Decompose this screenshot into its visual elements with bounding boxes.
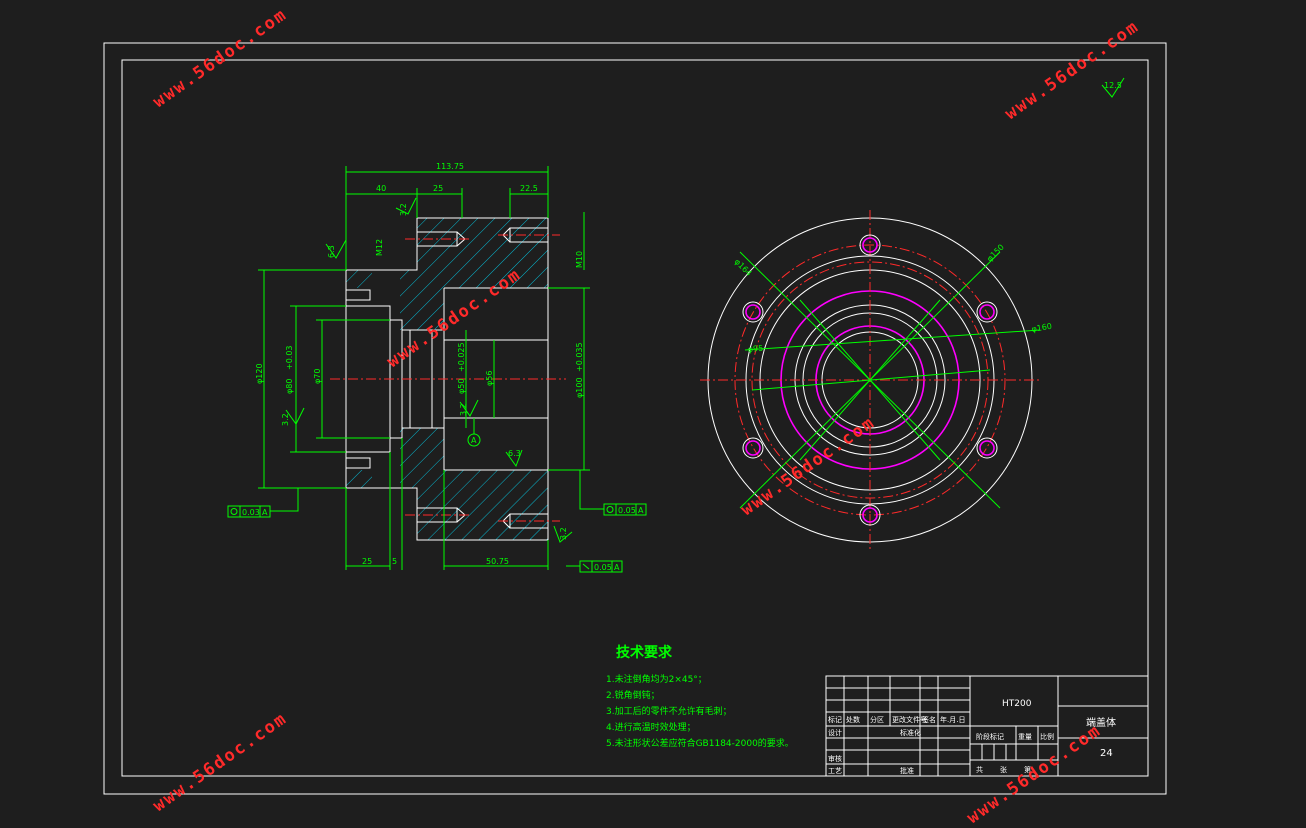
title-block: 标记 处数 分区 更改文件号 签名 年.月.日 设计 标准化 审核 工艺 批准 … [825,675,1149,777]
tb-header-sign: 签名 [922,715,936,724]
svg-text:3.2: 3.2 [399,203,408,216]
svg-text:A: A [471,436,477,445]
tech-title: 技术要求 [616,645,672,661]
dim-m12: M12 [375,239,384,256]
tb-header-count: 处数 [846,715,860,724]
watermark-2: www.56doc.com [1001,16,1143,124]
tolerance-frame-bottom: 0.05 A [566,560,623,573]
roughness-symbol-5: 6.3 [505,449,523,468]
tb-sheets: 共 [976,765,983,774]
global-roughness-mark: 12.5 [1101,77,1125,98]
tb-weight: 重量 [1018,733,1032,741]
hatch-lower [346,428,548,540]
dim-dia-80: φ80 [285,379,294,394]
tb-header-date: 年.月.日 [940,715,965,724]
tb-review: 审核 [828,754,842,763]
tb-standard: 标准化 [900,728,921,737]
tech-item-2: 2.锐角倒钝； [606,691,660,701]
technical-requirements: 技术要求 1.未注倒角均为2×45°； 2.锐角倒钝； 3.加工后的零件不允许有… [606,642,836,752]
dim-overall-length: 113.75 [436,162,464,171]
dim-bottom-right: 50.75 [486,557,509,566]
svg-text:6.3: 6.3 [327,245,336,258]
svg-text:6.3: 6.3 [508,449,521,458]
thread-hole-inner-top [345,289,371,301]
svg-text:0.05: 0.05 [618,506,636,515]
datum-marker-a: A [467,418,481,447]
watermark-5: www.56doc.com [149,708,291,816]
roughness-symbol-4: 3.2 [459,399,479,417]
watermark-1: www.56doc.com [149,4,291,112]
dim-dia-56: φ56 [485,371,494,386]
dim-right-step: 22.5 [520,184,538,193]
roughness-symbol-3: 3.2 [281,407,305,426]
svg-text:3.2: 3.2 [281,413,290,426]
svg-text:3.2: 3.2 [559,527,568,540]
thread-hole-inner-bottom [345,457,371,469]
dim-bottom-left: 25 [362,557,372,566]
tb-process: 工艺 [828,767,842,775]
dim-dia-100-tol: +0.035 [575,342,584,372]
tolerance-frame-left: 0.03 A [227,488,299,518]
svg-text:A: A [638,506,644,515]
dim-dia-164: φ164 [733,257,754,278]
dim-m10: M10 [575,251,584,268]
dim-bottom-small: 5 [392,557,397,566]
svg-text:A: A [614,563,620,572]
svg-text:0.03: 0.03 [242,508,260,517]
dim-flange-left: 40 [376,184,386,193]
svg-text:A: A [262,508,268,517]
tb-approve: 批准 [900,766,914,775]
roughness-symbol-2: 6.3 [325,239,347,259]
dim-dia-70: φ70 [313,369,322,384]
dim-dia-50: φ50 [457,379,466,394]
tech-item-4: 4.进行高温时效处理； [606,723,696,733]
dim-dia-50-tol: +0.025 [457,342,466,372]
tech-item-3: 3.加工后的零件不允许有毛刺； [606,707,732,717]
global-roughness-value: 12.5 [1104,81,1122,90]
tb-stage: 阶段标记 [976,732,1004,741]
svg-text:0.05: 0.05 [594,563,612,572]
tech-item-5: 5.未注形状公差应符合GB1184-2000的要求。 [606,739,794,749]
dim-dia-160: φ160 [1031,322,1053,334]
dim-dia-120: φ120 [255,363,264,384]
tb-ratio: 比例 [1040,732,1054,741]
roughness-symbol-1: 3.2 [395,197,417,216]
tb-scale: 24 [1100,748,1113,759]
tech-item-1: 1.未注倒角均为2×45°； [606,675,707,685]
dim-dia-95: φ95 [747,344,763,354]
dim-dia-100: φ100 [575,377,584,398]
roughness-symbol-6: 3.2 [553,525,573,543]
watermark-4: www.56doc.com [737,412,879,520]
svg-text:3.2: 3.2 [459,403,468,416]
dim-dia-150: φ150 [985,243,1006,264]
tolerance-frame-right: 0.05 A [579,470,647,516]
tb-sheet: 张 [1000,765,1007,774]
dim-dia-80-tol: +0.03 [285,345,294,370]
section-view: 113.75 40 25 22.5 25 5 50.75 φ120 φ80 +0… [227,162,647,573]
dim-mid: 25 [433,184,443,193]
tb-material: HT200 [1002,699,1032,709]
tb-header-zone: 分区 [870,715,884,724]
